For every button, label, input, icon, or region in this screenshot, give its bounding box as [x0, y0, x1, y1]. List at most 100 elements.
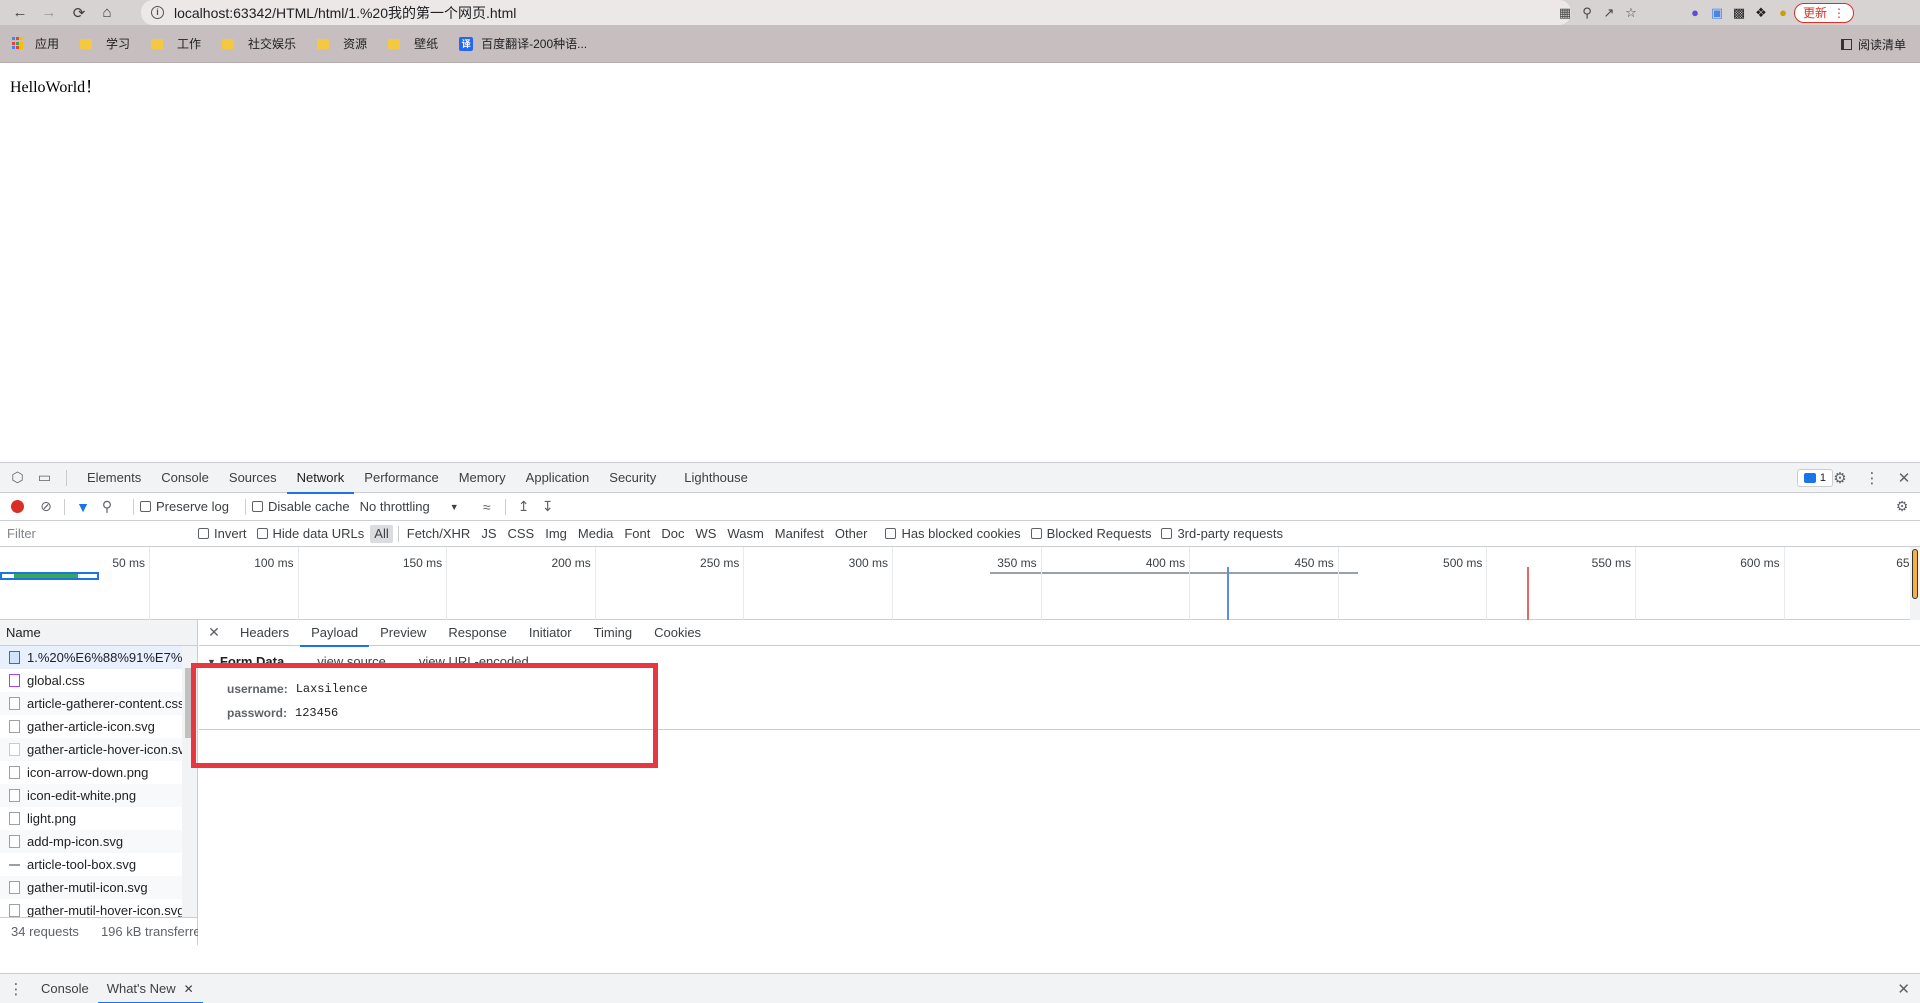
bookmark-apps[interactable]: 应用 [12, 35, 59, 52]
extensions-puzzle-icon[interactable]: ❖ [1750, 2, 1772, 24]
site-info-icon[interactable]: i [151, 6, 164, 19]
extension-translate-icon[interactable]: ▣ [1706, 2, 1728, 24]
close-detail-icon[interactable]: ✕ [199, 624, 229, 641]
name-column-header[interactable]: Name [0, 620, 197, 646]
inspect-element-icon[interactable]: ⬡ [4, 469, 31, 486]
bookmark-folder-wallpaper[interactable]: 壁纸 [388, 35, 438, 52]
drawer-menu-icon[interactable]: ⋮ [0, 980, 32, 998]
network-settings-gear-icon[interactable]: ⚙ [1890, 498, 1914, 515]
network-conditions-icon[interactable]: ≈ [475, 499, 499, 515]
filter-input[interactable]: Filter [2, 524, 184, 544]
star-icon[interactable]: ☆ [1620, 2, 1642, 24]
clear-icon[interactable]: ⊘ [34, 498, 58, 515]
tab-lighthouse[interactable]: Lighthouse [674, 463, 758, 493]
tab-sources[interactable]: Sources [219, 463, 287, 493]
view-url-encoded-link[interactable]: view URL-encoded [419, 654, 529, 669]
tab-timing[interactable]: Timing [583, 620, 644, 646]
close-devtools-icon[interactable]: ✕ [1888, 467, 1920, 489]
tab-memory[interactable]: Memory [449, 463, 516, 493]
device-toolbar-icon[interactable]: ▭ [31, 469, 58, 486]
tab-initiator[interactable]: Initiator [518, 620, 583, 646]
bookmark-folder-study[interactable]: 学习 [80, 35, 130, 52]
settings-gear-icon[interactable]: ⚙ [1824, 467, 1856, 489]
forward-icon[interactable]: → [37, 1, 61, 25]
request-row[interactable]: article-tool-box.svg [0, 853, 182, 876]
bookmark-folder-social[interactable]: 社交娱乐 [222, 35, 296, 52]
home-icon[interactable]: ⌂ [95, 1, 119, 25]
tab-payload[interactable]: Payload [300, 620, 370, 647]
tab-elements[interactable]: Elements [77, 463, 151, 493]
share-icon[interactable]: ↗ [1598, 2, 1620, 24]
bookmark-folder-work[interactable]: 工作 [151, 35, 201, 52]
request-row[interactable]: icon-edit-white.png [0, 784, 182, 807]
expand-triangle-icon[interactable]: ▼ [207, 657, 216, 667]
filter-type-media[interactable]: Media [574, 525, 617, 543]
request-row[interactable]: gather-article-icon.svg [0, 715, 182, 738]
update-button[interactable]: 更新 ⋮ [1794, 2, 1855, 23]
filter-type-other[interactable]: Other [831, 525, 872, 543]
filter-type-css[interactable]: CSS [504, 525, 539, 543]
request-row[interactable]: gather-mutil-icon.svg [0, 876, 182, 899]
tab-headers[interactable]: Headers [229, 620, 300, 646]
tab-response[interactable]: Response [437, 620, 518, 646]
overview-scrollbar[interactable] [1910, 547, 1920, 620]
reading-list-button[interactable]: 阅读清单 [1840, 36, 1906, 53]
scroll-thumb[interactable] [185, 668, 194, 738]
filter-type-all[interactable]: All [370, 524, 393, 543]
request-row[interactable]: add-mp-icon.svg [0, 830, 182, 853]
hide-data-urls-checkbox[interactable]: Hide data URLs [256, 526, 364, 541]
timeline-overview[interactable]: 50 ms 100 ms 150 ms 200 ms 250 ms 300 ms 350 m… [0, 547, 1916, 620]
request-row[interactable]: 1.%20%E6%88%91%E7%9 [0, 646, 182, 669]
request-list-scrollbar[interactable] [182, 646, 197, 917]
form-data-title[interactable]: Form Data [220, 654, 284, 669]
request-row[interactable]: icon-arrow-down.png [0, 761, 182, 784]
drawer-tab-whats-new[interactable]: What's New ✕ [97, 974, 203, 1003]
request-row[interactable]: light.png [0, 807, 182, 830]
tab-application[interactable]: Application [516, 463, 600, 493]
tab-cookies[interactable]: Cookies [643, 620, 712, 646]
request-row[interactable]: global.css [0, 669, 182, 692]
filter-funnel-icon[interactable]: ▼ [71, 499, 95, 515]
search-icon[interactable]: ⚲ [95, 498, 119, 515]
tab-security[interactable]: Security [599, 463, 666, 493]
third-party-requests-checkbox[interactable]: 3rd-party requests [1161, 526, 1283, 541]
address-bar[interactable]: i localhost:63342/HTML/html/1.%20我的第一个网页… [141, 0, 1571, 25]
filter-type-fetch-xhr[interactable]: Fetch/XHR [403, 525, 475, 543]
back-icon[interactable]: ← [8, 1, 32, 25]
export-har-icon[interactable]: ↧ [536, 498, 560, 515]
extension-orb-icon[interactable]: ● [1684, 2, 1706, 24]
filter-type-manifest[interactable]: Manifest [771, 525, 828, 543]
scroll-thumb[interactable] [1912, 549, 1918, 599]
has-blocked-cookies-checkbox[interactable]: Has blocked cookies [885, 526, 1021, 541]
disable-cache-checkbox[interactable]: Disable cache [251, 499, 350, 514]
request-row[interactable]: gather-article-hover-icon.svg [0, 738, 182, 761]
zoom-icon[interactable]: ⚲ [1576, 2, 1598, 24]
request-row[interactable]: article-gatherer-content.css [0, 692, 182, 715]
customize-menu-icon[interactable]: ⋮ [1856, 467, 1888, 489]
filter-type-ws[interactable]: WS [691, 525, 720, 543]
import-har-icon[interactable]: ↥ [512, 498, 536, 515]
translate-icon[interactable]: ▦ [1554, 2, 1576, 24]
drawer-tab-console[interactable]: Console [32, 974, 98, 1003]
extension-game-icon[interactable]: ▩ [1728, 2, 1750, 24]
tab-console[interactable]: Console [151, 463, 219, 493]
tab-performance[interactable]: Performance [354, 463, 448, 493]
record-button[interactable] [11, 500, 24, 513]
profile-avatar[interactable]: ● [1772, 2, 1794, 24]
filter-type-font[interactable]: Font [620, 525, 654, 543]
bookmark-baidu-translate[interactable]: 译 百度翻译-200种语... [459, 35, 587, 52]
view-source-link[interactable]: view source [317, 654, 386, 669]
invert-checkbox[interactable]: Invert [198, 526, 247, 541]
tab-preview[interactable]: Preview [369, 620, 437, 646]
throttling-select[interactable]: No throttling ▼ [360, 499, 459, 514]
tab-network[interactable]: Network [286, 463, 355, 494]
reload-icon[interactable]: ⟳ [67, 1, 91, 25]
filter-type-doc[interactable]: Doc [657, 525, 688, 543]
close-tab-icon[interactable]: ✕ [184, 982, 194, 996]
blocked-requests-checkbox[interactable]: Blocked Requests [1030, 526, 1151, 541]
preserve-log-checkbox[interactable]: Preserve log [140, 499, 229, 514]
close-drawer-icon[interactable]: ✕ [1897, 980, 1910, 998]
filter-type-img[interactable]: Img [541, 525, 571, 543]
bookmark-folder-resources[interactable]: 资源 [317, 35, 367, 52]
filter-type-wasm[interactable]: Wasm [723, 525, 767, 543]
